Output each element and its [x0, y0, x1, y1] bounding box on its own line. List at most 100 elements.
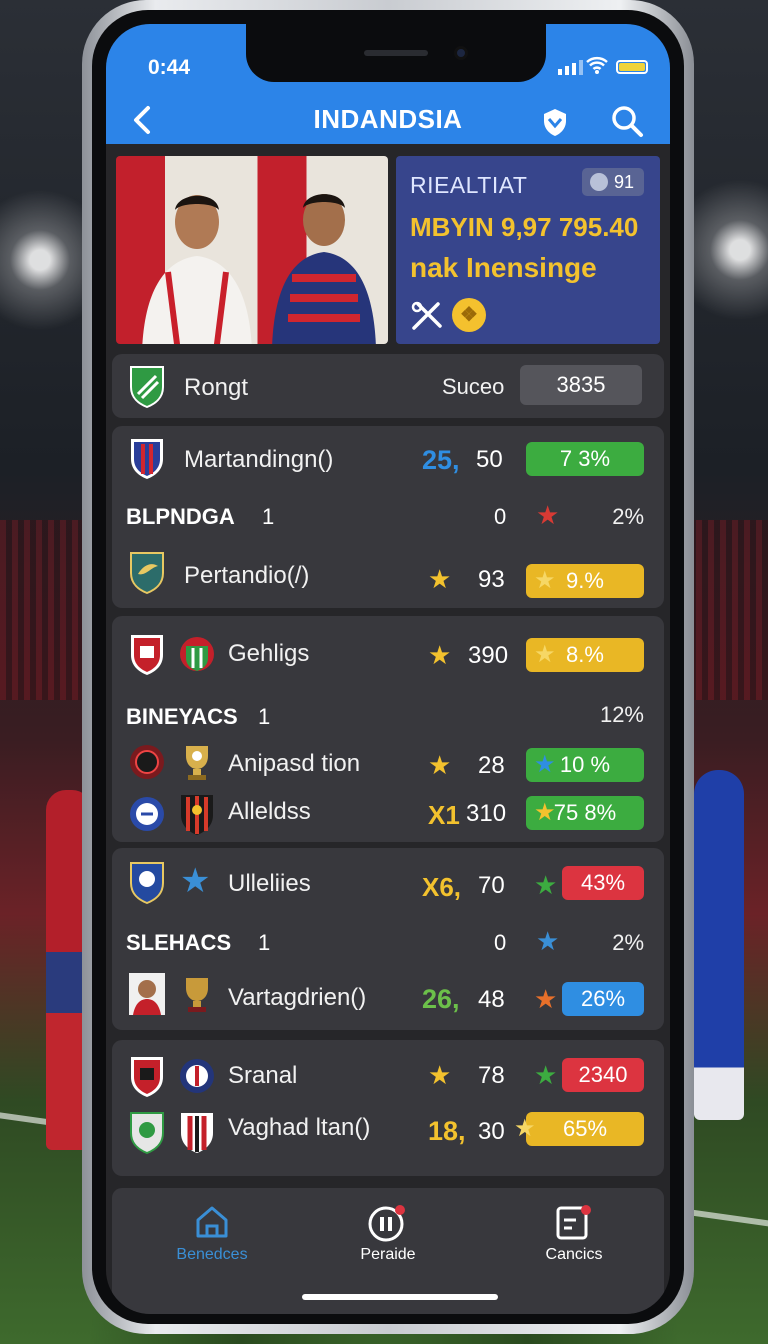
probability-pill[interactable]: 7 3%: [526, 442, 644, 476]
star-icon: ★: [428, 1060, 452, 1090]
odd-away[interactable]: 93: [478, 566, 505, 594]
star-icon: ★: [514, 1115, 536, 1142]
team-crest-icon: [130, 1112, 164, 1154]
match-card: ★ Ulleliies X6, 70 ★ 43% SLEHACS 1 0 ★ 2…: [112, 848, 664, 1030]
odd-home[interactable]: X6,: [422, 872, 461, 903]
group-percent: 12%: [599, 702, 644, 727]
phone-frame: 0:44 INDANDSIA RIEALTIAT 91 MBYIN 9,97 7…: [82, 0, 694, 1334]
group-header: BLPNDGA 1 0 ★ 2%: [112, 494, 664, 544]
tab-pause[interactable]: Peraide: [318, 1202, 458, 1264]
team-crest-icon: [181, 795, 213, 835]
star-icon: ★: [534, 870, 558, 900]
match-row[interactable]: Vartagdrien() 26, 48 ★ 26%: [112, 972, 664, 1022]
match-name: Pertandio(/): [184, 562, 310, 589]
probability-pill[interactable]: 26%: [562, 982, 644, 1016]
user-icon: [590, 173, 608, 191]
tab-home[interactable]: Benedces: [142, 1202, 282, 1264]
match-name: Alleldss: [228, 798, 311, 825]
trophy-icon: [186, 746, 208, 780]
odd-away[interactable]: 50: [476, 446, 503, 474]
probability-pill[interactable]: 43%: [562, 866, 644, 900]
status-time: 0:44: [148, 56, 191, 79]
match-row[interactable]: Sranal ★ 78 ★ 2340: [112, 1054, 664, 1104]
promo-banner[interactable]: RIEALTIAT 91 MBYIN 9,97 795.40 nak Inens…: [396, 156, 660, 344]
group-name: SLEHACS: [126, 930, 232, 955]
star-icon: ★: [534, 751, 556, 778]
match-name: Vaghad ltan(): [228, 1114, 371, 1141]
background-player-right: [694, 770, 744, 1120]
probability-pill[interactable]: ★ 10 %: [526, 748, 644, 782]
tab-label: Peraide: [360, 1246, 416, 1263]
odd-away[interactable]: 70: [478, 872, 505, 900]
home-icon: [196, 1206, 228, 1238]
match-row[interactable]: ★ Ulleliies X6, 70 ★ 43%: [112, 860, 664, 910]
promo-subline: nak Inensinge: [410, 252, 597, 283]
hero-players-image[interactable]: [116, 156, 388, 344]
group-header: BINEYACS 1 12%: [112, 690, 664, 740]
star-icon: ★: [536, 926, 560, 956]
star-icon: ★: [180, 862, 211, 900]
summary-bar[interactable]: Rongt Suceo 3835: [112, 354, 664, 418]
notch: [246, 24, 546, 82]
match-row[interactable]: Gehligs ★ 390 ★ 8.%: [112, 632, 664, 682]
tab-clipboard[interactable]: Cancics: [504, 1202, 644, 1264]
match-name: Martandingn(): [184, 446, 334, 473]
match-card: Sranal ★ 78 ★ 2340 Vaghad ltan() 18, 30 …: [112, 1040, 664, 1176]
match-row[interactable]: Vaghad ltan() 18, 30 ★ 65%: [112, 1110, 664, 1160]
group-name: BLPNDGA: [126, 504, 235, 529]
probability-pill[interactable]: 2340: [562, 1058, 644, 1092]
match-name: Gehligs: [228, 640, 310, 667]
tab-label: Benedces: [176, 1246, 248, 1263]
odd-away[interactable]: 78: [478, 1062, 505, 1090]
coin-icon: ❖: [452, 298, 486, 332]
team-crest-icon: [181, 1113, 213, 1153]
player-avatar: [129, 973, 165, 1015]
promo-badge: 91: [582, 168, 644, 196]
star-icon: ★: [534, 1060, 558, 1090]
star-icon: ★: [534, 984, 558, 1014]
clipboard-icon: [556, 1205, 591, 1240]
tools-icon: [411, 301, 442, 330]
player-photo: [272, 194, 376, 344]
odd-away[interactable]: 310: [466, 800, 506, 828]
group-name: BINEYACS: [126, 704, 238, 729]
app-screen: 0:44 INDANDSIA RIEALTIAT 91 MBYIN 9,97 7…: [106, 24, 670, 1314]
probability-pill[interactable]: ★ 8.%: [526, 638, 644, 672]
odd-home[interactable]: 25,: [422, 445, 460, 476]
odd-away[interactable]: 48: [478, 986, 505, 1014]
match-row[interactable]: Anipasd tion ★ 28 ★ 10 %: [112, 740, 664, 790]
search-button[interactable]: [610, 104, 644, 138]
team-crest-icon: [180, 637, 214, 671]
wifi-icon: [586, 57, 608, 74]
odd-away[interactable]: 30: [478, 1118, 505, 1146]
shield-button[interactable]: [540, 106, 570, 138]
team-crest-icon: [131, 635, 163, 675]
battery-icon: [616, 60, 648, 74]
promo-tag: RIEALTIAT: [410, 172, 528, 198]
probability-pill[interactable]: ★ 9.%: [526, 564, 644, 598]
odd-home[interactable]: 18,: [428, 1116, 466, 1147]
star-icon: ★: [428, 750, 452, 780]
odd-home[interactable]: 26,: [422, 984, 460, 1015]
team-crest-icon: [180, 1059, 214, 1093]
odd-away[interactable]: 28: [478, 752, 505, 780]
match-name: Vartagdrien(): [228, 984, 367, 1011]
match-row[interactable]: Pertandio(/) ★ 93 ★ 9.%: [112, 550, 664, 600]
group-number: 1: [258, 704, 271, 729]
match-card: Gehligs ★ 390 ★ 8.% BINEYACS 1 12% Anipas…: [112, 616, 664, 842]
probability-pill[interactable]: ★ 75 8%: [526, 796, 644, 830]
group-percent: 2%: [612, 930, 644, 955]
match-name: Anipasd tion: [228, 750, 361, 777]
summary-value: 3835: [520, 365, 642, 405]
pause-icon: [368, 1205, 405, 1242]
trophy-icon: [186, 978, 208, 1012]
match-row[interactable]: Alleldss X1 310 ★ 75 8%: [112, 792, 664, 842]
group-score: 0: [494, 504, 507, 529]
odd-home[interactable]: X1: [428, 800, 460, 831]
match-name: Ulleliies: [228, 870, 311, 897]
signal-icon: [558, 60, 583, 75]
team-crest-icon: [130, 366, 164, 408]
probability-pill[interactable]: ★ 65%: [514, 1112, 644, 1146]
match-row[interactable]: Martandingn() 25, 50 7 3%: [112, 434, 664, 484]
odd-away[interactable]: 390: [468, 642, 508, 670]
